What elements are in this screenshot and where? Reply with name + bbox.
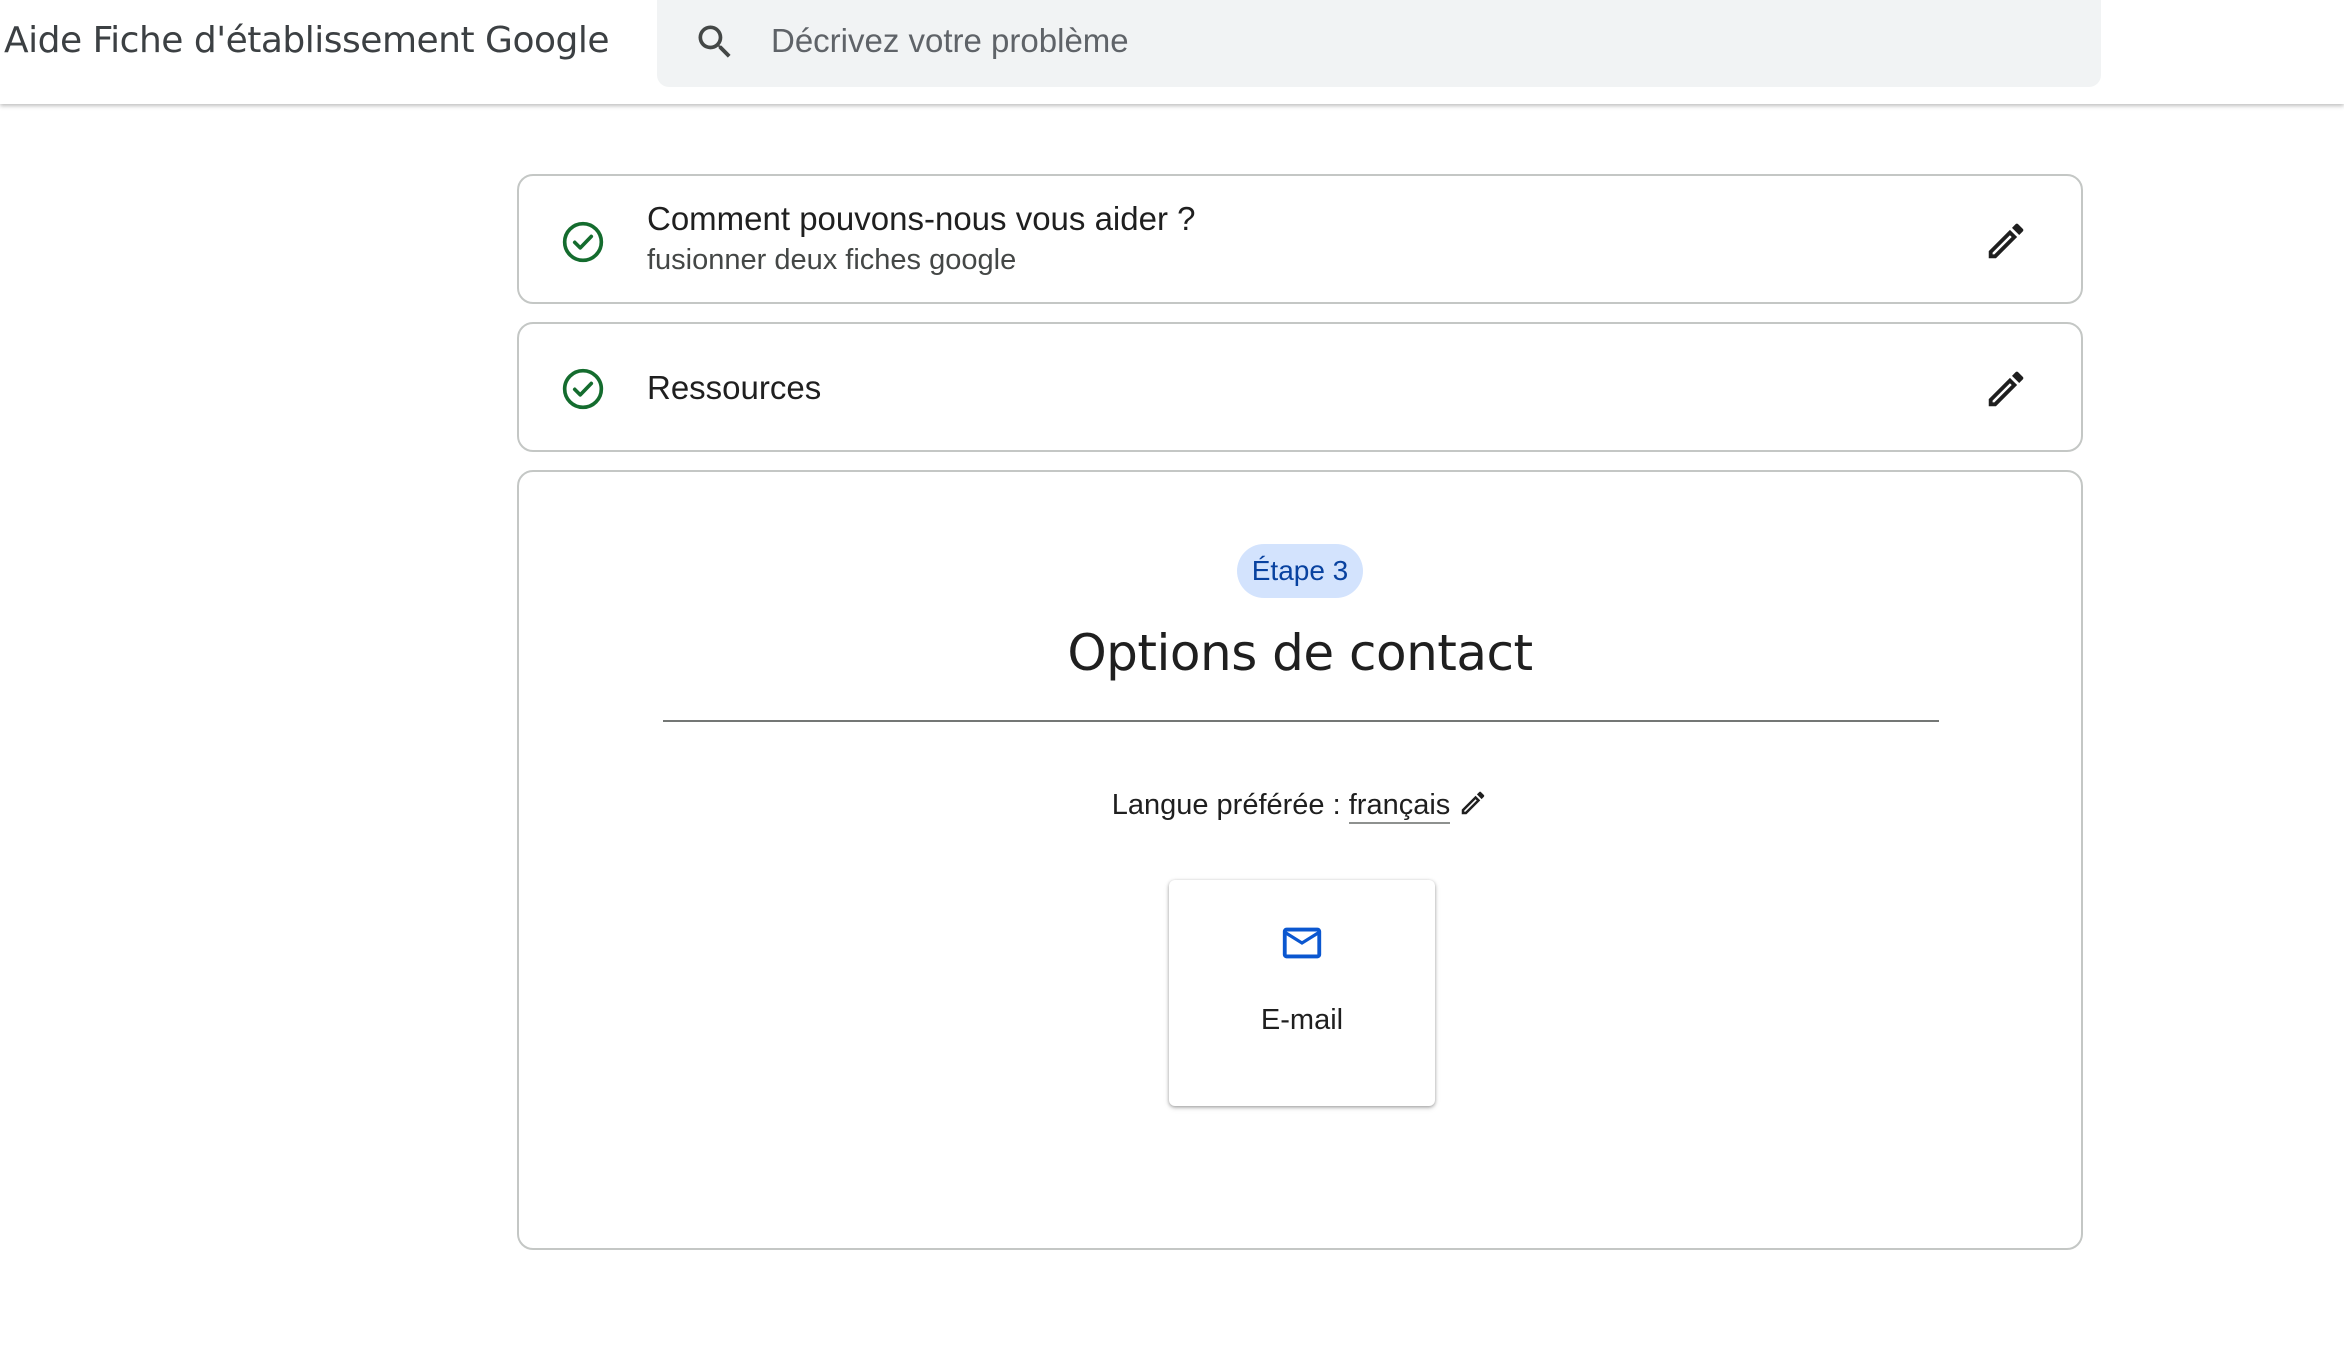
divider	[663, 720, 1939, 722]
check-circle-icon	[562, 368, 604, 410]
step-heading: Options de contact	[1067, 624, 1533, 682]
search-input[interactable]	[771, 16, 2051, 66]
edit-pencil-icon[interactable]	[1983, 366, 2029, 412]
top-header: Aide Fiche d'établissement Google	[0, 0, 2344, 104]
step-number-chip: Étape 3	[1237, 544, 1363, 598]
step-summary: fusionner deux fiches google	[647, 244, 1017, 276]
app-title[interactable]: Aide Fiche d'établissement Google	[4, 16, 610, 66]
step-title: Comment pouvons-nous vous aider ?	[647, 200, 1196, 237]
search-bar[interactable]	[657, 0, 2101, 87]
step-card-resources: Ressources	[517, 322, 2083, 452]
email-contact-option[interactable]: E-mail	[1169, 880, 1435, 1106]
email-option-label: E-mail	[1260, 1004, 1344, 1036]
preferred-language-link[interactable]: français	[1348, 789, 1451, 824]
mail-icon	[1282, 927, 1322, 959]
preferred-language-row: Langue préférée : français	[519, 784, 2081, 826]
check-circle-icon	[562, 221, 604, 263]
step-card-contact-options: Étape 3 Options de contact Langue préfér…	[517, 470, 2083, 1250]
search-icon[interactable]	[693, 20, 737, 64]
step-title: Ressources	[647, 369, 822, 406]
preferred-language-label: Langue préférée :	[1111, 789, 1349, 821]
step-card-help-topic: Comment pouvons-nous vous aider ? fusion…	[517, 174, 2083, 304]
edit-language-pencil-icon[interactable]	[1458, 788, 1488, 818]
edit-pencil-icon[interactable]	[1983, 218, 2029, 264]
